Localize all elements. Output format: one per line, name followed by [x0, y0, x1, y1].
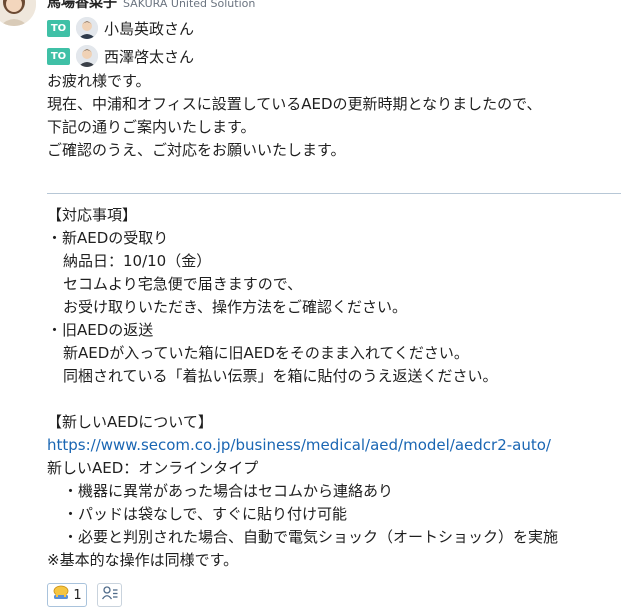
section-heading: 【新しいAEDについて】 — [47, 413, 213, 431]
to-mention-row: TO 西澤啓太さん — [47, 44, 194, 68]
recipient-avatar[interactable] — [76, 17, 98, 39]
list-item-detail: セコムより宅急便で届きますので、 — [63, 275, 303, 293]
list-item-detail: お受け取りいただき、操作方法をご確認ください。 — [63, 298, 407, 316]
reaction-count: 1 — [73, 587, 82, 603]
sender-org: SAKURA United Solution — [123, 0, 256, 10]
message-line: 現在、中浦和オフィスに設置しているAEDの更新時期となりましたので、 — [47, 95, 542, 113]
message-line: お疲れ様です。 — [47, 72, 151, 90]
to-badge: TO — [47, 19, 70, 37]
message-line: 下記の通りご案内いたします。 — [47, 118, 256, 136]
to-badge: TO — [47, 47, 70, 65]
list-item-detail: 納品日：10/10（金） — [63, 252, 212, 270]
add-reaction-button[interactable] — [97, 583, 122, 607]
sender-header: 馬場香菜子 SAKURA United Solution — [47, 0, 256, 11]
feature-item: ・必要と判別された場合、自動で電気ショック（オートショック）を実施 — [63, 528, 559, 546]
section-heading: 【対応事項】 — [47, 206, 138, 224]
list-item-detail: 同梱されている「着払い伝票」を箱に貼付のうえ返送ください。 — [63, 367, 498, 385]
feature-item: ・機器に異常があった場合はセコムから連絡あり — [63, 482, 394, 500]
sender-avatar[interactable] — [0, 0, 36, 26]
message-line: 新しいAED：オンラインタイプ — [47, 459, 259, 477]
recipient-avatar[interactable] — [76, 45, 98, 67]
feature-item: ・パッドは袋なしで、すぐに貼り付け可能 — [63, 505, 347, 523]
list-item-title: ・新AEDの受取り — [47, 229, 169, 247]
list-item-title: ・旧AEDの返送 — [47, 321, 154, 339]
list-item-detail: 新AEDが入っていた箱に旧AEDをそのまま入れてください。 — [63, 344, 469, 362]
sender-name[interactable]: 馬場香菜子 — [47, 0, 117, 12]
message-line: ご確認のうえ、ご対応をお願いいたします。 — [47, 141, 346, 159]
to-mention-row: TO 小島英政さん — [47, 16, 194, 40]
reaction-button[interactable]: 1 — [47, 583, 87, 607]
message-note: ※基本的な操作は同様です。 — [47, 551, 239, 569]
person-list-icon — [101, 586, 118, 604]
section-divider — [47, 193, 621, 194]
recipient-name: 西澤啓太さん — [104, 47, 195, 66]
bowing-emoji-icon — [52, 585, 70, 605]
aed-product-link[interactable]: https://www.secom.co.jp/business/medical… — [47, 434, 551, 457]
recipient-name: 小島英政さん — [104, 19, 195, 38]
